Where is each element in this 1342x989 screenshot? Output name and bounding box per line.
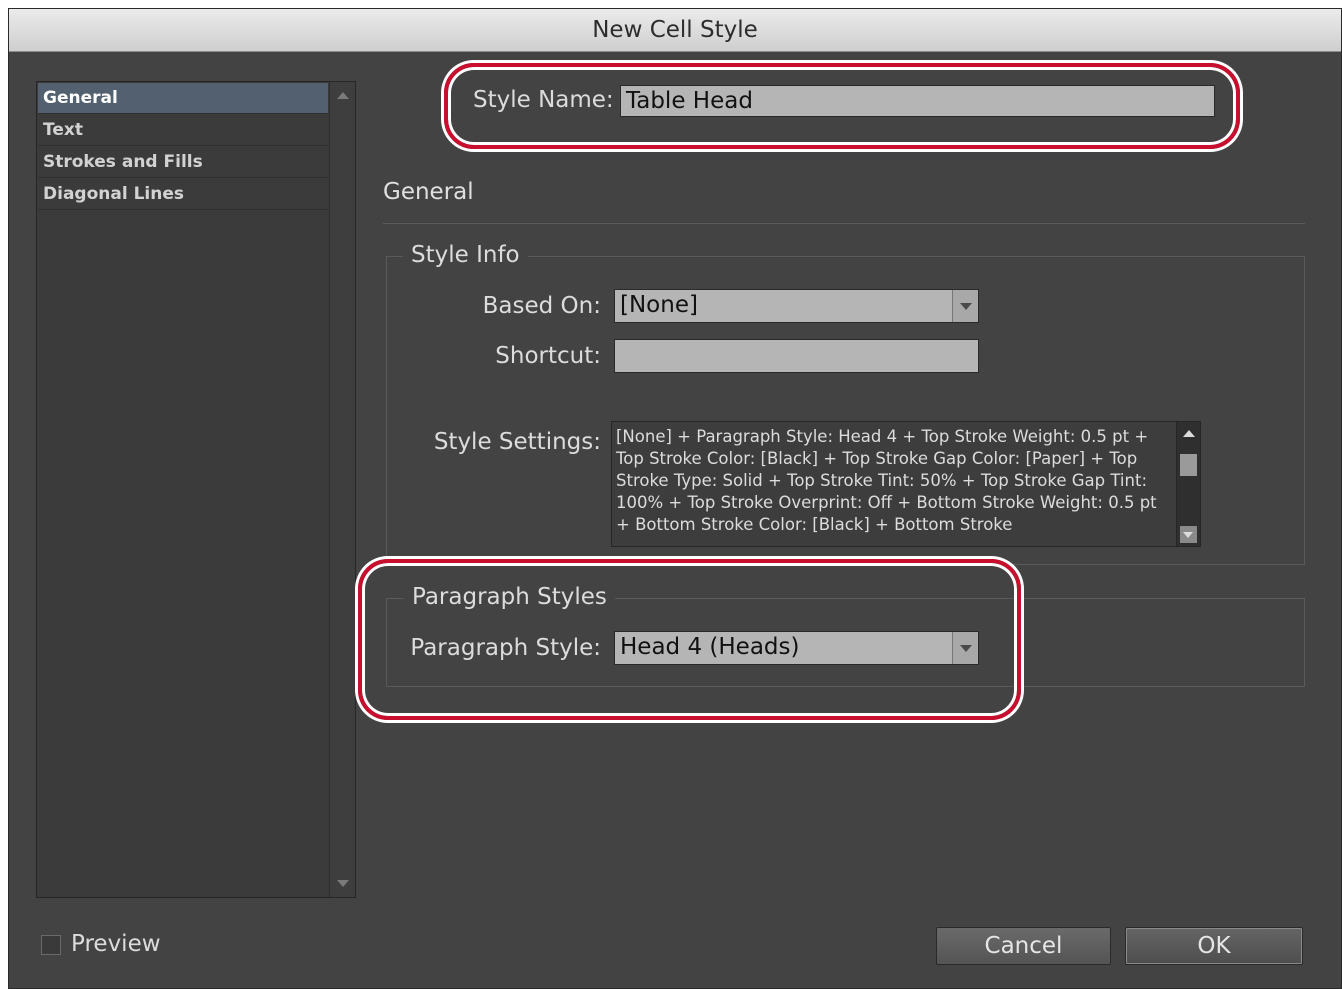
preview-label: Preview bbox=[71, 931, 161, 957]
ok-button[interactable]: OK bbox=[1125, 927, 1303, 965]
category-list-scrollbar[interactable] bbox=[329, 82, 355, 897]
style-settings-box[interactable]: [None] + Paragraph Style: Head 4 + Top S… bbox=[611, 421, 1201, 547]
scroll-down-icon[interactable] bbox=[337, 880, 349, 887]
style-name-label: Style Name: bbox=[473, 87, 614, 113]
dialog-title: New Cell Style bbox=[9, 9, 1341, 52]
section-title: General bbox=[383, 179, 474, 205]
section-divider bbox=[383, 223, 1305, 224]
paragraph-style-select[interactable]: Head 4 (Heads) bbox=[614, 631, 979, 665]
sidebar-item-diagonal-lines[interactable]: Diagonal Lines bbox=[38, 179, 328, 210]
scroll-down-icon[interactable] bbox=[1180, 526, 1197, 543]
sidebar-item-text[interactable]: Text bbox=[38, 115, 328, 146]
style-info-title: Style Info bbox=[403, 242, 528, 268]
category-list[interactable]: General Text Strokes and Fills Diagonal … bbox=[36, 81, 356, 898]
style-settings-text: [None] + Paragraph Style: Head 4 + Top S… bbox=[616, 427, 1157, 534]
style-name-input[interactable]: Table Head bbox=[620, 85, 1215, 117]
based-on-select[interactable]: [None] bbox=[614, 289, 979, 323]
chevron-down-icon[interactable] bbox=[952, 290, 978, 322]
shortcut-label: Shortcut: bbox=[495, 343, 601, 369]
style-settings-label: Style Settings: bbox=[433, 429, 601, 455]
sidebar-item-general[interactable]: General bbox=[38, 83, 328, 114]
cancel-button[interactable]: Cancel bbox=[936, 927, 1111, 965]
scroll-up-icon[interactable] bbox=[337, 92, 349, 99]
paragraph-style-label: Paragraph Style: bbox=[410, 635, 601, 661]
scroll-up-icon[interactable] bbox=[1183, 430, 1195, 437]
preview-checkbox[interactable] bbox=[41, 935, 61, 955]
shortcut-input[interactable] bbox=[614, 339, 979, 373]
sidebar-item-strokes-and-fills[interactable]: Strokes and Fills bbox=[38, 147, 328, 178]
paragraph-styles-title: Paragraph Styles bbox=[404, 584, 615, 610]
chevron-down-icon[interactable] bbox=[952, 632, 978, 664]
style-settings-scrollbar[interactable] bbox=[1176, 422, 1200, 546]
scroll-thumb[interactable] bbox=[1180, 454, 1197, 476]
based-on-label: Based On: bbox=[482, 293, 601, 319]
paragraph-style-value: Head 4 (Heads) bbox=[620, 634, 800, 660]
new-cell-style-dialog: New Cell Style General Text Strokes and … bbox=[8, 8, 1342, 989]
based-on-value: [None] bbox=[620, 292, 698, 318]
